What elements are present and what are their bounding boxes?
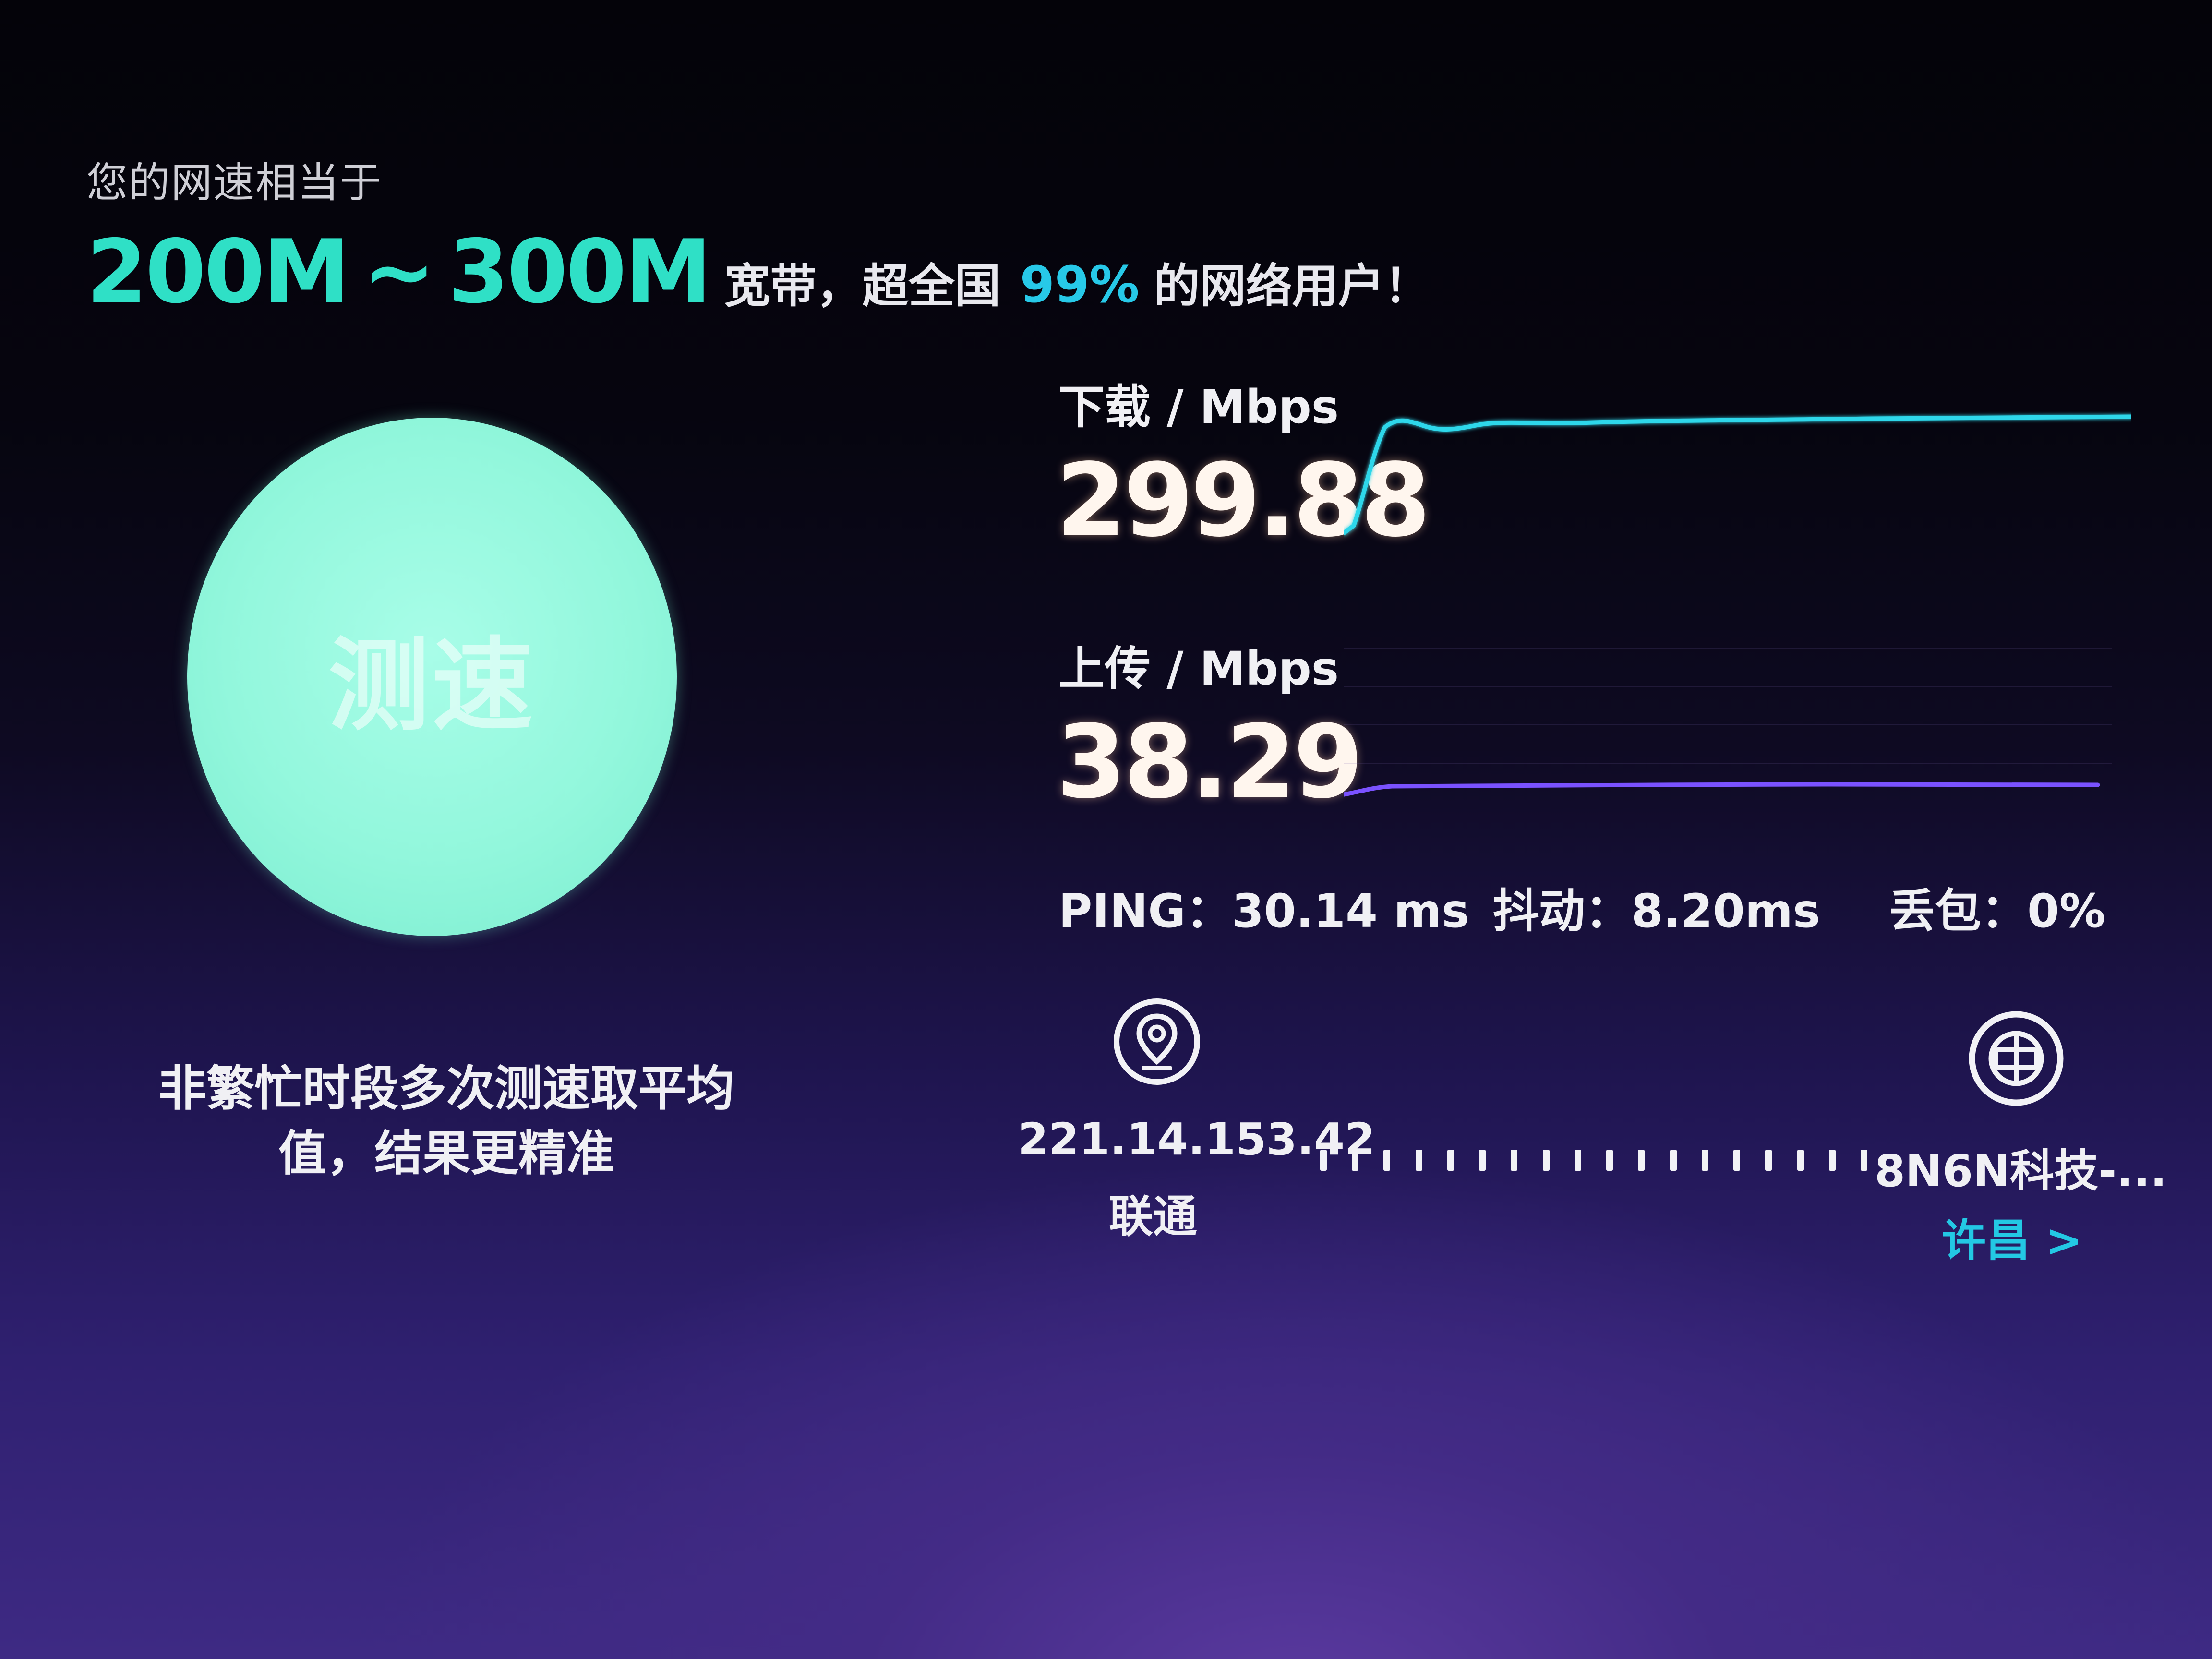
summary-text-before: 宽带，超全国: [724, 259, 1001, 313]
speed-range-separator: ~: [362, 221, 435, 323]
upload-speed-graph: [1344, 648, 2112, 797]
summary-text-after: 的网络用户！: [1154, 259, 1431, 313]
test-hint: 非繁忙时段多次测速取平均 值，结果更精准: [144, 1056, 749, 1186]
upload-label: 上传 / Mbps: [1058, 642, 1339, 696]
upload-speed-line: [1344, 782, 2100, 797]
ping-stat: PING：30.14 ms: [1058, 884, 1469, 938]
location-pin-icon: [1114, 998, 1200, 1085]
start-test-button[interactable]: 测速: [187, 418, 677, 936]
download-label: 下载 / Mbps: [1058, 380, 1339, 434]
download-speed-line: [1344, 414, 2131, 535]
result-subtitle: 您的网速相当于: [86, 159, 382, 207]
speed-range-high: 300M: [448, 221, 712, 323]
result-summary: 200M ~ 300M 宽带，超全国 99% 的网络用户！: [86, 221, 1431, 323]
client-isp: 联通: [1109, 1191, 1198, 1242]
connection-dots: [1320, 1143, 1867, 1177]
server-globe-icon: [1969, 1011, 2064, 1106]
test-hint-line2: 值，结果更精准: [278, 1125, 614, 1181]
upload-value: 38.29: [1056, 703, 1363, 821]
jitter-stat: 抖动：8.20ms: [1493, 884, 1821, 938]
percentile-value: 99%: [1020, 255, 1140, 314]
server-city-link[interactable]: 许昌 >: [1942, 1205, 2082, 1269]
speed-range-low: 200M: [86, 221, 350, 323]
server-name[interactable]: 8N6N科技-...: [1875, 1135, 2167, 1199]
start-test-label: 测速: [328, 627, 536, 745]
packet-loss-stat: 丢包：0%: [1889, 884, 2105, 938]
download-speed-graph: [1344, 414, 2131, 535]
test-hint-line1: 非繁忙时段多次测速取平均: [158, 1060, 734, 1117]
